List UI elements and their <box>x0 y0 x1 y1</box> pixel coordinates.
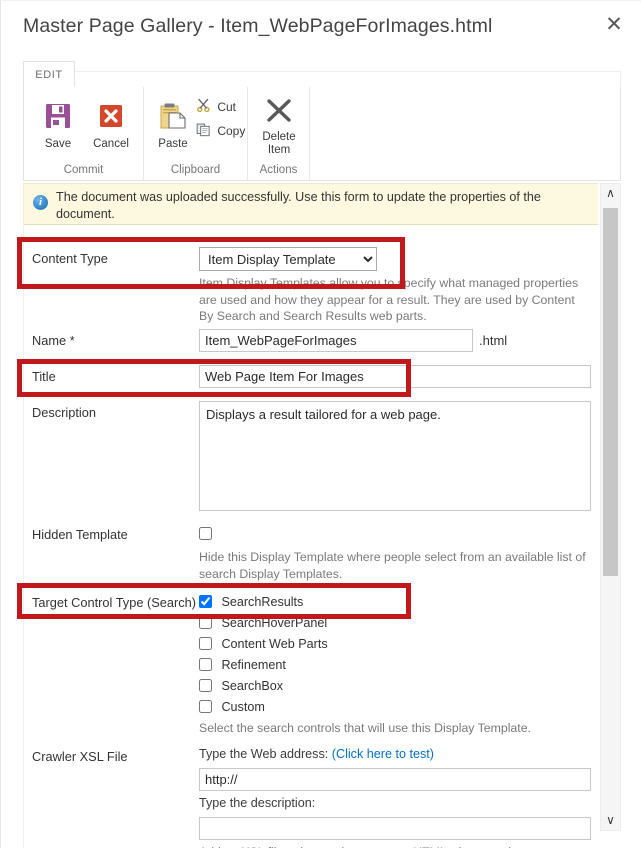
ribbon-group-commit: Save Cancel Commit <box>24 87 144 181</box>
hidden-template-label: Hidden Template <box>32 527 128 542</box>
crawler-xsl-help: Add an XSL file to be used to generate H… <box>199 844 591 848</box>
title-input[interactable] <box>199 365 591 388</box>
target-option-custom[interactable]: Custom <box>199 698 265 719</box>
ribbon-group-label-clipboard: Clipboard <box>170 164 221 176</box>
delete-item-label-line2: Item <box>267 144 291 156</box>
name-label: Name * <box>32 333 75 348</box>
crawler-description-caption: Type the description: <box>199 796 316 810</box>
cancel-button[interactable]: Cancel <box>84 101 138 151</box>
delete-x-icon <box>252 98 306 128</box>
crawler-description-input[interactable] <box>199 817 591 840</box>
target-option-refinement[interactable]: Refinement <box>199 656 286 677</box>
target-option-searchbox[interactable]: SearchBox <box>199 677 283 698</box>
crawler-xsl-label: Crawler XSL File <box>32 749 128 764</box>
form-scrollbar[interactable]: ∧ ∨ <box>600 183 621 831</box>
target-option-searchresults[interactable]: SearchResults <box>199 593 303 614</box>
crawler-address-caption-text: Type the Web address: <box>199 747 329 761</box>
hidden-template-help: Hide this Display Template where people … <box>199 550 586 581</box>
custom-label[interactable]: Custom <box>221 700 264 714</box>
ribbon-tab-filler <box>75 71 621 87</box>
content-type-label: Content Type <box>32 251 108 266</box>
hidden-template-checkbox-row[interactable] <box>199 525 212 546</box>
target-option-content-web-parts[interactable]: Content Web Parts <box>199 635 328 656</box>
target-control-type-help: Select the search controls that will use… <box>199 721 531 735</box>
searchbox-label[interactable]: SearchBox <box>221 679 283 693</box>
cancel-x-icon <box>84 101 138 135</box>
sharepoint-edit-item-dialog: Master Page Gallery - Item_WebPageForIma… <box>0 0 641 848</box>
title-label: Title <box>32 369 56 384</box>
ribbon-group-label-commit: Commit <box>63 164 104 176</box>
name-extension-suffix: .html <box>479 333 508 348</box>
description-textarea[interactable]: Displays a result tailored for a web pag… <box>199 401 591 511</box>
searchbox-checkbox[interactable] <box>199 679 212 693</box>
click-here-to-test-link[interactable]: (Click here to test) <box>332 747 434 761</box>
save-floppy-icon <box>34 101 82 135</box>
custom-checkbox[interactable] <box>199 700 212 714</box>
content-web-parts-label[interactable]: Content Web Parts <box>221 637 327 651</box>
ribbon-group-label-actions: Actions <box>259 164 298 176</box>
paste-clipboard-icon <box>148 101 198 135</box>
copy-button-label: Copy <box>217 124 246 138</box>
cancel-button-label: Cancel <box>93 138 129 150</box>
content-web-parts-checkbox[interactable] <box>199 637 212 651</box>
paste-button[interactable]: Paste <box>148 101 198 151</box>
name-input[interactable] <box>199 329 473 352</box>
crawler-address-input[interactable] <box>199 768 591 791</box>
crawler-address-caption: Type the Web address: (Click here to tes… <box>199 747 434 761</box>
notification-bar: i The document was uploaded successfully… <box>23 183 598 225</box>
tab-edit[interactable]: EDIT <box>23 61 75 87</box>
ribbon-group-actions: Delete Item Actions <box>248 87 310 181</box>
save-button-label: Save <box>44 138 72 150</box>
refinement-label[interactable]: Refinement <box>221 658 285 672</box>
scrollbar-thumb[interactable] <box>603 208 618 576</box>
searchresults-label[interactable]: SearchResults <box>221 595 303 609</box>
cut-button[interactable]: Cut <box>196 98 236 116</box>
close-icon[interactable]: ✕ <box>601 11 627 37</box>
content-type-help: Item Display Templates allow you to spec… <box>199 276 579 323</box>
dialog-title: Master Page Gallery - Item_WebPageForIma… <box>23 15 493 37</box>
cut-button-label: Cut <box>217 100 237 114</box>
copy-button[interactable]: Copy <box>196 122 245 140</box>
refinement-checkbox[interactable] <box>199 658 212 672</box>
description-label: Description <box>32 405 97 420</box>
save-button[interactable]: Save <box>34 101 82 151</box>
target-option-searchhoverpanel[interactable]: SearchHoverPanel <box>199 614 327 635</box>
content-type-select[interactable]: Item Display Template <box>199 247 377 271</box>
delete-item-label-line1: Delete <box>262 131 296 143</box>
notification-message: The document was uploaded successfully. … <box>56 190 541 221</box>
properties-form: Content Type Item Display Template Item … <box>23 225 598 848</box>
scroll-down-icon[interactable]: ∨ <box>601 811 620 830</box>
ribbon-group-clipboard: Paste Cut Copy Clipboard <box>144 87 248 181</box>
scroll-up-icon[interactable]: ∧ <box>601 184 620 203</box>
searchhoverpanel-checkbox[interactable] <box>199 616 212 630</box>
delete-item-button[interactable]: Delete Item <box>252 98 306 157</box>
paste-button-label: Paste <box>158 138 188 150</box>
info-icon: i <box>33 195 48 210</box>
ribbon-body: Save Cancel Commit Paste Cut Copy Clipbo… <box>23 87 621 181</box>
target-control-type-label: Target Control Type (Search) <box>32 595 197 610</box>
ribbon-tab-strip: EDIT <box>23 61 621 87</box>
searchresults-checkbox[interactable] <box>199 595 212 609</box>
copy-pages-icon <box>196 122 211 140</box>
searchhoverpanel-label[interactable]: SearchHoverPanel <box>221 616 327 630</box>
hidden-template-checkbox[interactable] <box>199 527 212 541</box>
scissors-icon <box>196 98 211 116</box>
